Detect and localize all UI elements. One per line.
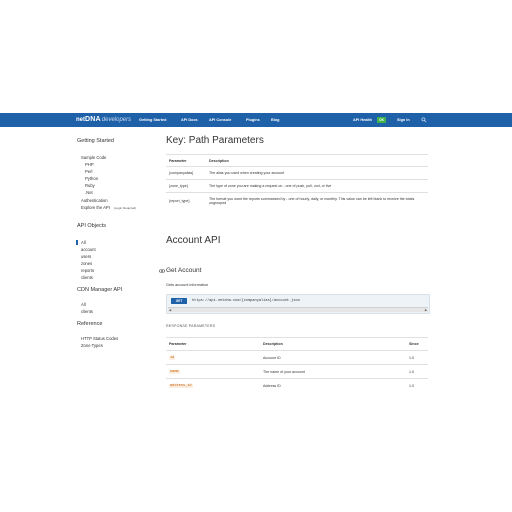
sidebar-item-php[interactable]: PHP <box>85 162 94 167</box>
search-icon[interactable] <box>421 117 427 123</box>
brand-name: DNA <box>85 116 101 123</box>
brand-suffix: developers <box>101 117 132 123</box>
sidebar-item-reports[interactable]: reports <box>81 268 94 273</box>
sidebar-heading-api-objects: API Objects <box>77 223 107 229</box>
link-icon[interactable] <box>159 269 165 273</box>
table-cell: The type of zone you are making a reques… <box>206 179 428 193</box>
table-cell: The alias you used when creating your ac… <box>206 166 428 180</box>
table-cell: The name of your account <box>260 364 406 379</box>
nav-api-docs[interactable]: API Docs <box>181 113 198 127</box>
sidebar-item-ruby[interactable]: Ruby <box>85 183 95 188</box>
nav-getting-started[interactable]: Getting Started <box>139 113 166 127</box>
param-code: name <box>169 370 180 374</box>
active-indicator <box>76 240 78 245</box>
sidebar-item-sample-code[interactable]: Sample Code <box>81 155 106 160</box>
top-navbar: netDNAdevelopers Getting Started API Doc… <box>0 113 512 127</box>
sidebar-heading-cdn-manager: CDN Manager API <box>77 287 123 293</box>
endpoint-url: https://api.netdna.com/{companyalias}/ac… <box>192 299 300 303</box>
table-row: {report_type} The format you want the re… <box>166 192 428 209</box>
nav-api-console[interactable]: API Console <box>209 113 231 127</box>
brand-logo[interactable]: netDNAdevelopers <box>76 115 131 125</box>
sidebar-item-explore-api[interactable]: Explore the API (Login Required) <box>81 205 136 210</box>
table-header: Description <box>206 154 428 167</box>
response-parameters-table: Parameter Description Since id Account I… <box>166 337 428 393</box>
table-header: Since <box>406 337 428 351</box>
table-row: {zone_type} The type of zone you are mak… <box>166 179 428 193</box>
table-row: address_id Address ID 1.0 <box>166 378 428 393</box>
get-account-description: Gets account information <box>166 283 209 287</box>
sidebar-item-http-status-codes[interactable]: HTTP Status Codes <box>81 336 118 341</box>
sidebar-item-perl[interactable]: Perl <box>85 169 92 174</box>
param-code: id <box>169 356 176 360</box>
scroll-right-icon[interactable]: ▶ <box>424 308 428 312</box>
account-api-title: Account API <box>166 235 221 246</box>
login-required-note: (Login Required) <box>113 206 137 210</box>
explore-api-label: Explore the API <box>81 205 110 210</box>
table-cell: The format you want the reports summariz… <box>206 192 428 209</box>
sidebar-item-cdn-all[interactable]: All <box>81 302 86 307</box>
sign-in-link[interactable]: Sign In <box>397 113 410 127</box>
sidebar-item-account[interactable]: account <box>81 247 96 252</box>
table-cell: {report_type} <box>166 192 206 209</box>
table-cell: 1.0 <box>406 364 428 379</box>
table-cell: address_id <box>166 378 260 393</box>
table-cell: 1.0 <box>406 350 428 365</box>
api-health-link[interactable]: API Health <box>353 113 372 127</box>
get-account-title: Get Account <box>166 267 202 274</box>
sidebar-item-python[interactable]: Python <box>85 176 98 181</box>
sidebar-item-zones[interactable]: zones <box>81 261 92 266</box>
table-cell: 1.0 <box>406 378 428 393</box>
table-cell: id <box>166 350 260 365</box>
sidebar-item-authentication[interactable]: Authentication <box>81 198 108 203</box>
table-row: id Account ID 1.0 <box>166 350 428 365</box>
sidebar-item-clients[interactable]: clients <box>81 275 93 280</box>
table-row: name The name of your account 1.0 <box>166 364 428 379</box>
table-cell: Account ID <box>260 350 406 365</box>
sidebar-heading-reference: Reference <box>77 321 103 327</box>
scroll-left-icon[interactable]: ◀ <box>168 308 172 312</box>
api-health-badge: OK <box>377 117 386 123</box>
sidebar-item-cdn-clients[interactable]: clients <box>81 309 93 314</box>
table-cell: {companyalias} <box>166 166 206 180</box>
brand-prefix: net <box>76 117 85 123</box>
response-parameters-label: RESPONSE PARAMETERS <box>166 324 216 328</box>
key-path-parameters-title: Key: Path Parameters <box>166 135 264 146</box>
table-header-row: Parameter Description Since <box>166 337 428 351</box>
table-header-row: Parameter Description <box>166 154 428 167</box>
table-header: Description <box>260 337 406 351</box>
param-code: address_id <box>169 384 193 389</box>
horizontal-scrollbar[interactable]: ◀ ▶ <box>168 307 428 312</box>
endpoint-box: GET https://api.netdna.com/{companyalias… <box>166 294 430 314</box>
http-method-badge: GET <box>171 298 187 304</box>
sidebar-item-all[interactable]: All <box>81 240 86 245</box>
nav-plugins[interactable]: Plugins <box>246 113 260 127</box>
table-row: {companyalias} The alias you used when c… <box>166 166 428 180</box>
sidebar-item-users[interactable]: users <box>81 254 91 259</box>
sidebar-heading-getting-started: Getting Started <box>77 138 114 144</box>
browser-page: netDNAdevelopers Getting Started API Doc… <box>0 113 512 399</box>
table-cell: Address ID <box>260 378 406 393</box>
table-header: Parameter <box>166 154 206 167</box>
nav-blog[interactable]: Blog <box>271 113 279 127</box>
table-cell: name <box>166 364 260 379</box>
table-cell: {zone_type} <box>166 179 206 193</box>
sidebar-item-zone-types[interactable]: Zone Types <box>81 343 103 348</box>
table-header: Parameter <box>166 337 260 351</box>
sidebar-item-dotnet[interactable]: .Net <box>85 190 93 195</box>
path-parameters-table: Parameter Description {companyalias} The… <box>166 154 428 209</box>
